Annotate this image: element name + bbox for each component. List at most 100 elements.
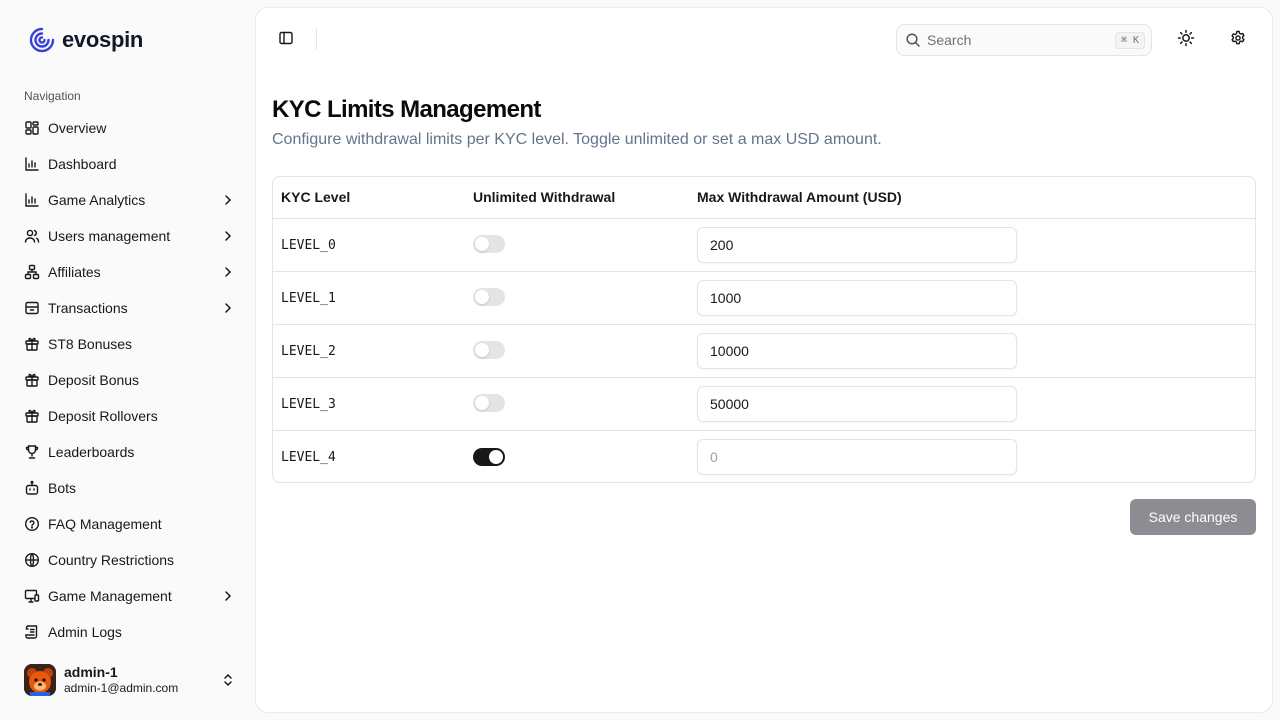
sidebar-item-deposit-bonus[interactable]: Deposit Bonus bbox=[16, 362, 244, 398]
sidebar-item-label: Country Restrictions bbox=[48, 552, 175, 568]
kyc-level-label: LEVEL_0 bbox=[281, 237, 336, 253]
max-amount-input[interactable] bbox=[697, 438, 1017, 475]
table-header-row: KYC Level Unlimited Withdrawal Max Withd… bbox=[273, 177, 1255, 219]
page-subtitle: Configure withdrawal limits per KYC leve… bbox=[272, 131, 882, 148]
sidebar-item-label: Transactions bbox=[48, 300, 128, 316]
unlimited-toggle[interactable] bbox=[473, 288, 505, 307]
page-title: KYC Limits Management bbox=[272, 96, 541, 123]
user-email: admin-1@admin.com bbox=[64, 681, 179, 696]
nav-heading: Navigation bbox=[24, 89, 81, 103]
kyc-level-label: LEVEL_3 bbox=[281, 396, 336, 412]
chevron-right-icon bbox=[220, 264, 236, 280]
network-icon bbox=[24, 264, 40, 280]
sidebar-item-label: Deposit Rollovers bbox=[48, 408, 158, 424]
max-amount-input[interactable] bbox=[697, 226, 1017, 263]
search-input[interactable]: Search ⌘ K bbox=[896, 24, 1152, 56]
sidebar-item-label: Deposit Bonus bbox=[48, 372, 140, 388]
evospin-logo-icon bbox=[28, 26, 56, 54]
save-changes-button[interactable]: Save changes bbox=[1130, 499, 1256, 535]
sidebar-item-transactions[interactable]: Transactions bbox=[16, 290, 244, 326]
grid-icon bbox=[24, 120, 40, 136]
unlimited-toggle[interactable] bbox=[473, 235, 505, 254]
unlimited-toggle[interactable] bbox=[473, 447, 505, 466]
sidebar-item-label: Overview bbox=[48, 120, 107, 136]
sidebar-item-game-analytics[interactable]: Game Analytics bbox=[16, 182, 244, 218]
sidebar-nav: Overview Dashboard Game Analytics Users … bbox=[16, 110, 244, 650]
sidebar-toggle-button[interactable] bbox=[272, 26, 300, 54]
max-amount-input[interactable] bbox=[697, 385, 1017, 422]
sidebar-item-label: Affiliates bbox=[48, 264, 101, 280]
main-panel: Search ⌘ K KYC Limits Management Configu… bbox=[256, 8, 1272, 712]
table-row: LEVEL_0 bbox=[273, 218, 1255, 272]
avatar bbox=[24, 664, 56, 696]
sidebar-item-dashboard[interactable]: Dashboard bbox=[16, 146, 244, 182]
sidebar-item-label: Admin Logs bbox=[48, 624, 122, 640]
sidebar-item-faq-management[interactable]: FAQ Management bbox=[16, 506, 244, 542]
bar-chart-icon bbox=[24, 156, 40, 172]
sidebar-item-game-management[interactable]: Game Management bbox=[16, 578, 244, 614]
sidebar-item-admin-logs[interactable]: Admin Logs bbox=[16, 614, 244, 650]
gear-icon bbox=[1230, 30, 1246, 51]
settings-button[interactable] bbox=[1224, 26, 1252, 54]
search-shortcut: ⌘ K bbox=[1114, 31, 1145, 49]
sidebar-item-st8-bonuses[interactable]: ST8 Bonuses bbox=[16, 326, 244, 362]
unlimited-toggle[interactable] bbox=[473, 341, 505, 360]
sidebar-item-leaderboards[interactable]: Leaderboards bbox=[16, 434, 244, 470]
sidebar-item-bots[interactable]: Bots bbox=[16, 470, 244, 506]
sidebar: evospin Navigation Overview Dashboard Ga… bbox=[0, 0, 256, 720]
kyc-level-label: LEVEL_4 bbox=[281, 449, 336, 465]
column-header-unlimited: Unlimited Withdrawal bbox=[465, 177, 689, 219]
sidebar-item-country-restrictions[interactable]: Country Restrictions bbox=[16, 542, 244, 578]
table-row: LEVEL_1 bbox=[273, 271, 1255, 325]
theme-toggle-button[interactable] bbox=[1172, 26, 1200, 54]
brand-name: evospin bbox=[62, 27, 144, 52]
archive-icon bbox=[24, 300, 40, 316]
top-bar: Search ⌘ K bbox=[256, 8, 1272, 72]
toggle-knob bbox=[475, 343, 489, 358]
monitor-icon bbox=[24, 588, 40, 604]
users-icon bbox=[24, 228, 40, 244]
sidebar-item-deposit-rollovers[interactable]: Deposit Rollovers bbox=[16, 398, 244, 434]
chevron-right-icon bbox=[220, 192, 236, 208]
search-icon bbox=[905, 32, 921, 48]
gift-icon bbox=[24, 408, 40, 424]
table-row: LEVEL_2 bbox=[273, 324, 1255, 378]
divider bbox=[316, 28, 317, 50]
kyc-level-label: LEVEL_1 bbox=[281, 290, 336, 306]
user-menu[interactable]: admin-1 admin-1@admin.com bbox=[16, 656, 244, 704]
table-row: LEVEL_3 bbox=[273, 377, 1255, 431]
table-row: LEVEL_4 bbox=[273, 430, 1255, 482]
gift-icon bbox=[24, 336, 40, 352]
panel-left-icon bbox=[278, 30, 294, 51]
sidebar-item-label: ST8 Bonuses bbox=[48, 336, 133, 352]
sidebar-item-label: FAQ Management bbox=[48, 516, 162, 532]
chevron-right-icon bbox=[220, 588, 236, 604]
column-header-max-amount: Max Withdrawal Amount (USD) bbox=[689, 177, 1255, 219]
chevron-right-icon bbox=[220, 228, 236, 244]
gift-icon bbox=[24, 372, 40, 388]
sidebar-item-affiliates[interactable]: Affiliates bbox=[16, 254, 244, 290]
max-amount-input[interactable] bbox=[697, 332, 1017, 369]
sidebar-item-label: Leaderboards bbox=[48, 444, 135, 460]
sidebar-item-label: Game Management bbox=[48, 588, 172, 604]
sidebar-item-label: Game Analytics bbox=[48, 192, 146, 208]
bar-chart-icon bbox=[24, 192, 40, 208]
globe-icon bbox=[24, 552, 40, 568]
sidebar-item-users-management[interactable]: Users management bbox=[16, 218, 244, 254]
sidebar-item-label: Dashboard bbox=[48, 156, 117, 172]
sidebar-item-label: Users management bbox=[48, 228, 171, 244]
brand[interactable]: evospin bbox=[28, 26, 143, 54]
chevron-right-icon bbox=[220, 300, 236, 316]
toggle-knob bbox=[475, 396, 489, 411]
user-name: admin-1 bbox=[64, 664, 118, 681]
sidebar-item-overview[interactable]: Overview bbox=[16, 110, 244, 146]
max-amount-input[interactable] bbox=[697, 279, 1017, 316]
chevrons-up-down-icon bbox=[220, 672, 236, 688]
unlimited-toggle[interactable] bbox=[473, 394, 505, 413]
trophy-icon bbox=[24, 444, 40, 460]
kyc-level-label: LEVEL_2 bbox=[281, 343, 336, 359]
kyc-limits-table: KYC Level Unlimited Withdrawal Max Withd… bbox=[272, 176, 1256, 483]
toggle-knob bbox=[475, 237, 489, 252]
sun-icon bbox=[1177, 29, 1195, 52]
column-header-kyc-level: KYC Level bbox=[273, 177, 465, 219]
